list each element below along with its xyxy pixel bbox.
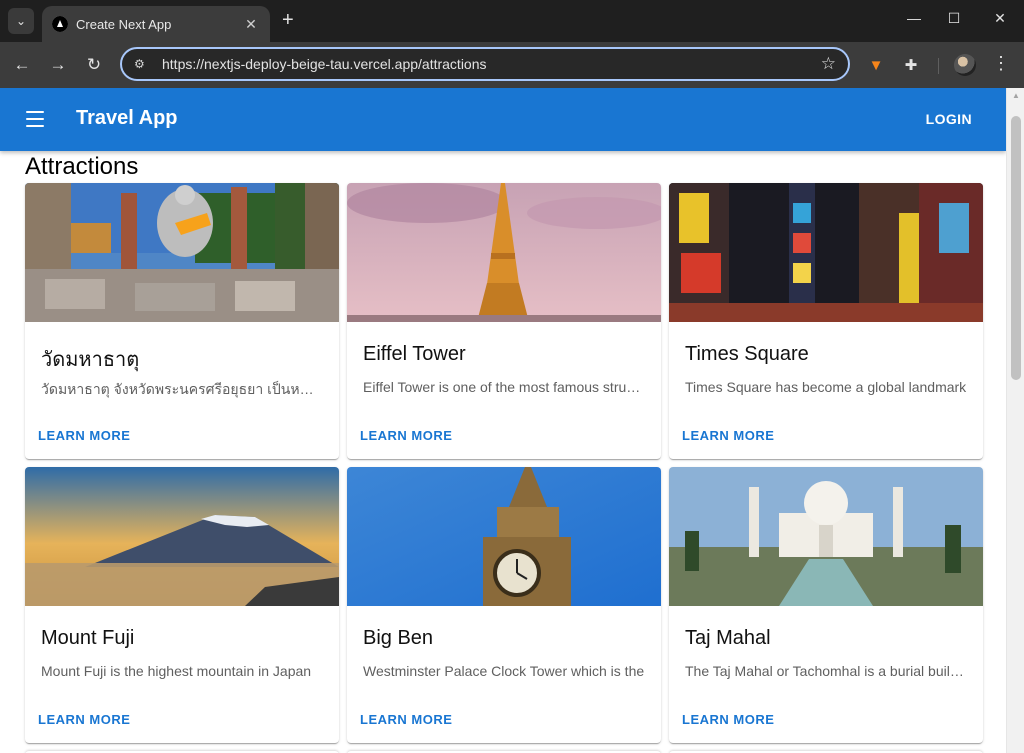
card-title: วัดมหาธาตุ — [41, 349, 140, 371]
card-title: Times Square — [685, 343, 809, 365]
times-square-image[interactable] — [669, 183, 983, 322]
big-ben-image[interactable] — [347, 467, 661, 606]
card-description: Times Square has become a global landmar… — [685, 379, 967, 395]
learn-more-button[interactable]: LEARN MORE — [682, 712, 774, 727]
scroll-up-arrow-icon[interactable]: ▲ — [1012, 91, 1020, 100]
site-settings-icon[interactable]: ⚙ — [134, 57, 150, 71]
card-description: The Taj Mahal or Tachomhal is a burial b… — [685, 663, 967, 679]
card-description: Mount Fuji is the highest mountain in Ja… — [41, 663, 312, 679]
close-window-button[interactable]: ✕ — [990, 10, 1010, 27]
minimize-button[interactable]: — — [904, 10, 924, 26]
buddha-temple-image[interactable] — [25, 183, 339, 322]
attraction-card: Times Square Times Square has become a g… — [669, 183, 983, 459]
back-icon[interactable]: ← — [10, 54, 34, 76]
new-tab-button[interactable]: + — [282, 10, 294, 30]
card-title: Taj Mahal — [685, 627, 771, 649]
learn-more-button[interactable]: LEARN MORE — [682, 428, 774, 443]
card-title: Mount Fuji — [41, 627, 135, 649]
hamburger-menu-icon[interactable] — [24, 108, 46, 130]
attraction-card: Eiffel Tower Eiffel Tower is one of the … — [347, 183, 661, 459]
learn-more-button[interactable]: LEARN MORE — [38, 712, 130, 727]
page-scrollbar[interactable]: ▲ — [1006, 88, 1024, 753]
attraction-card: Big Ben Westminster Palace Clock Tower w… — [347, 467, 661, 743]
app-bar: Travel App LOGIN — [0, 88, 1006, 151]
browser-tab-bar: ⌄ Create Next App ✕ + — ☐ ✕ — [0, 0, 1024, 42]
eiffel-tower-image[interactable] — [347, 183, 661, 322]
card-description: วัดมหาธาตุ จังหวัดพระนครศรีอยุธยา เป็นหน… — [41, 381, 323, 397]
attraction-card: วัดมหาธาตุ วัดมหาธาตุ จังหวัดพระนครศรีอย… — [25, 183, 339, 459]
learn-more-button[interactable]: LEARN MORE — [360, 428, 452, 443]
chevron-down-icon: ⌄ — [15, 14, 27, 28]
url-text[interactable]: https://nextjs-deploy-beige-tau.vercel.a… — [162, 56, 821, 72]
profile-avatar[interactable] — [954, 54, 976, 76]
learn-more-button[interactable]: LEARN MORE — [360, 712, 452, 727]
card-description: Eiffel Tower is one of the most famous s… — [363, 379, 645, 395]
browser-tab[interactable]: Create Next App ✕ — [42, 6, 270, 42]
tab-search-button[interactable]: ⌄ — [8, 8, 34, 34]
card-title: Eiffel Tower — [363, 343, 466, 365]
card-description: Westminster Palace Clock Tower which is … — [363, 663, 645, 679]
card-title: Big Ben — [363, 627, 434, 649]
taj-mahal-image[interactable] — [669, 467, 983, 606]
page-title: Attractions — [25, 153, 139, 180]
metamask-fox-icon[interactable]: ▼ — [865, 54, 887, 76]
app-title: Travel App — [76, 107, 178, 129]
reload-icon[interactable]: ↻ — [82, 54, 106, 76]
mount-fuji-image[interactable] — [25, 467, 339, 606]
page-viewport: Travel App LOGIN Attractions วัดมหาธาตุ … — [0, 88, 1024, 753]
tab-title: Create Next App — [76, 16, 172, 32]
toolbar-divider — [938, 58, 939, 74]
extensions-puzzle-icon[interactable]: ✚ — [900, 54, 922, 76]
close-tab-icon[interactable]: ✕ — [242, 16, 260, 33]
learn-more-button[interactable]: LEARN MORE — [38, 428, 130, 443]
address-bar[interactable]: ⚙ https://nextjs-deploy-beige-tau.vercel… — [120, 47, 850, 81]
nextjs-favicon-icon — [52, 16, 68, 32]
browser-toolbar: ← → ↻ ⚙ https://nextjs-deploy-beige-tau.… — [0, 42, 1024, 88]
attraction-card: Taj Mahal The Taj Mahal or Tachomhal is … — [669, 467, 983, 743]
attraction-card: Mount Fuji Mount Fuji is the highest mou… — [25, 467, 339, 743]
login-button[interactable]: LOGIN — [926, 111, 972, 127]
more-menu-icon[interactable]: ⋮ — [992, 53, 1010, 74]
scrollbar-thumb[interactable] — [1011, 116, 1021, 380]
maximize-button[interactable]: ☐ — [944, 10, 964, 27]
star-icon[interactable]: ☆ — [821, 54, 836, 74]
forward-icon[interactable]: → — [46, 54, 70, 76]
